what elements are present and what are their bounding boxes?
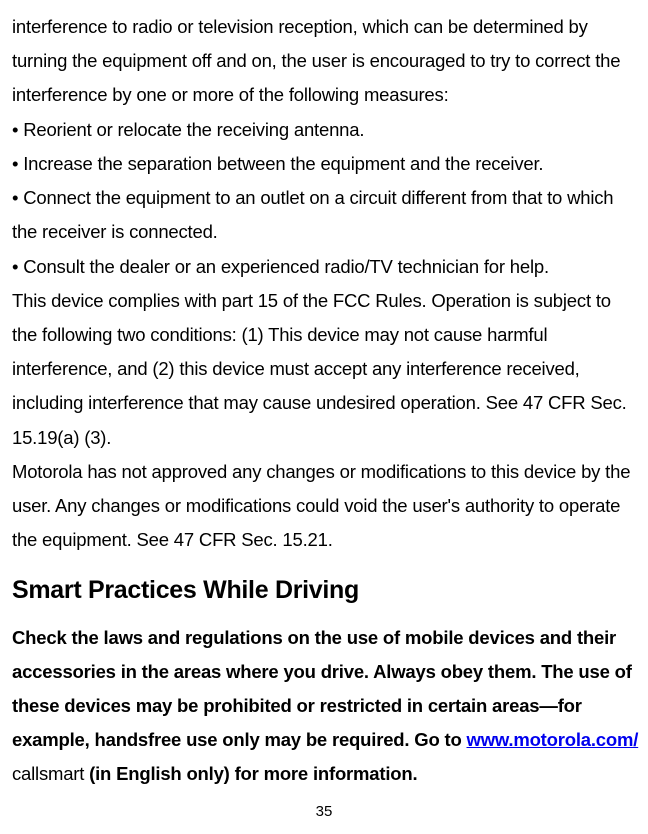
page-number: 35 (0, 803, 648, 820)
driving-paragraph: Check the laws and regulations on the us… (12, 621, 640, 792)
modifications-paragraph: Motorola has not approved any changes or… (12, 455, 640, 558)
section-heading: Smart Practices While Driving (12, 576, 640, 605)
bullet-item-1: • Reorient or relocate the receiving ant… (12, 113, 640, 147)
compliance-paragraph: This device complies with part 15 of the… (12, 284, 640, 455)
bullet-item-2: • Increase the separation between the eq… (12, 147, 640, 181)
driving-text-mid: callsmart (12, 763, 89, 784)
bullet-item-3: • Connect the equipment to an outlet on … (12, 181, 640, 249)
intro-paragraph: interference to radio or television rece… (12, 10, 640, 113)
motorola-link[interactable]: www.motorola.com/ (467, 729, 639, 750)
bullet-item-4: • Consult the dealer or an experienced r… (12, 250, 640, 284)
driving-text-post: (in English only) for more information. (89, 763, 417, 784)
